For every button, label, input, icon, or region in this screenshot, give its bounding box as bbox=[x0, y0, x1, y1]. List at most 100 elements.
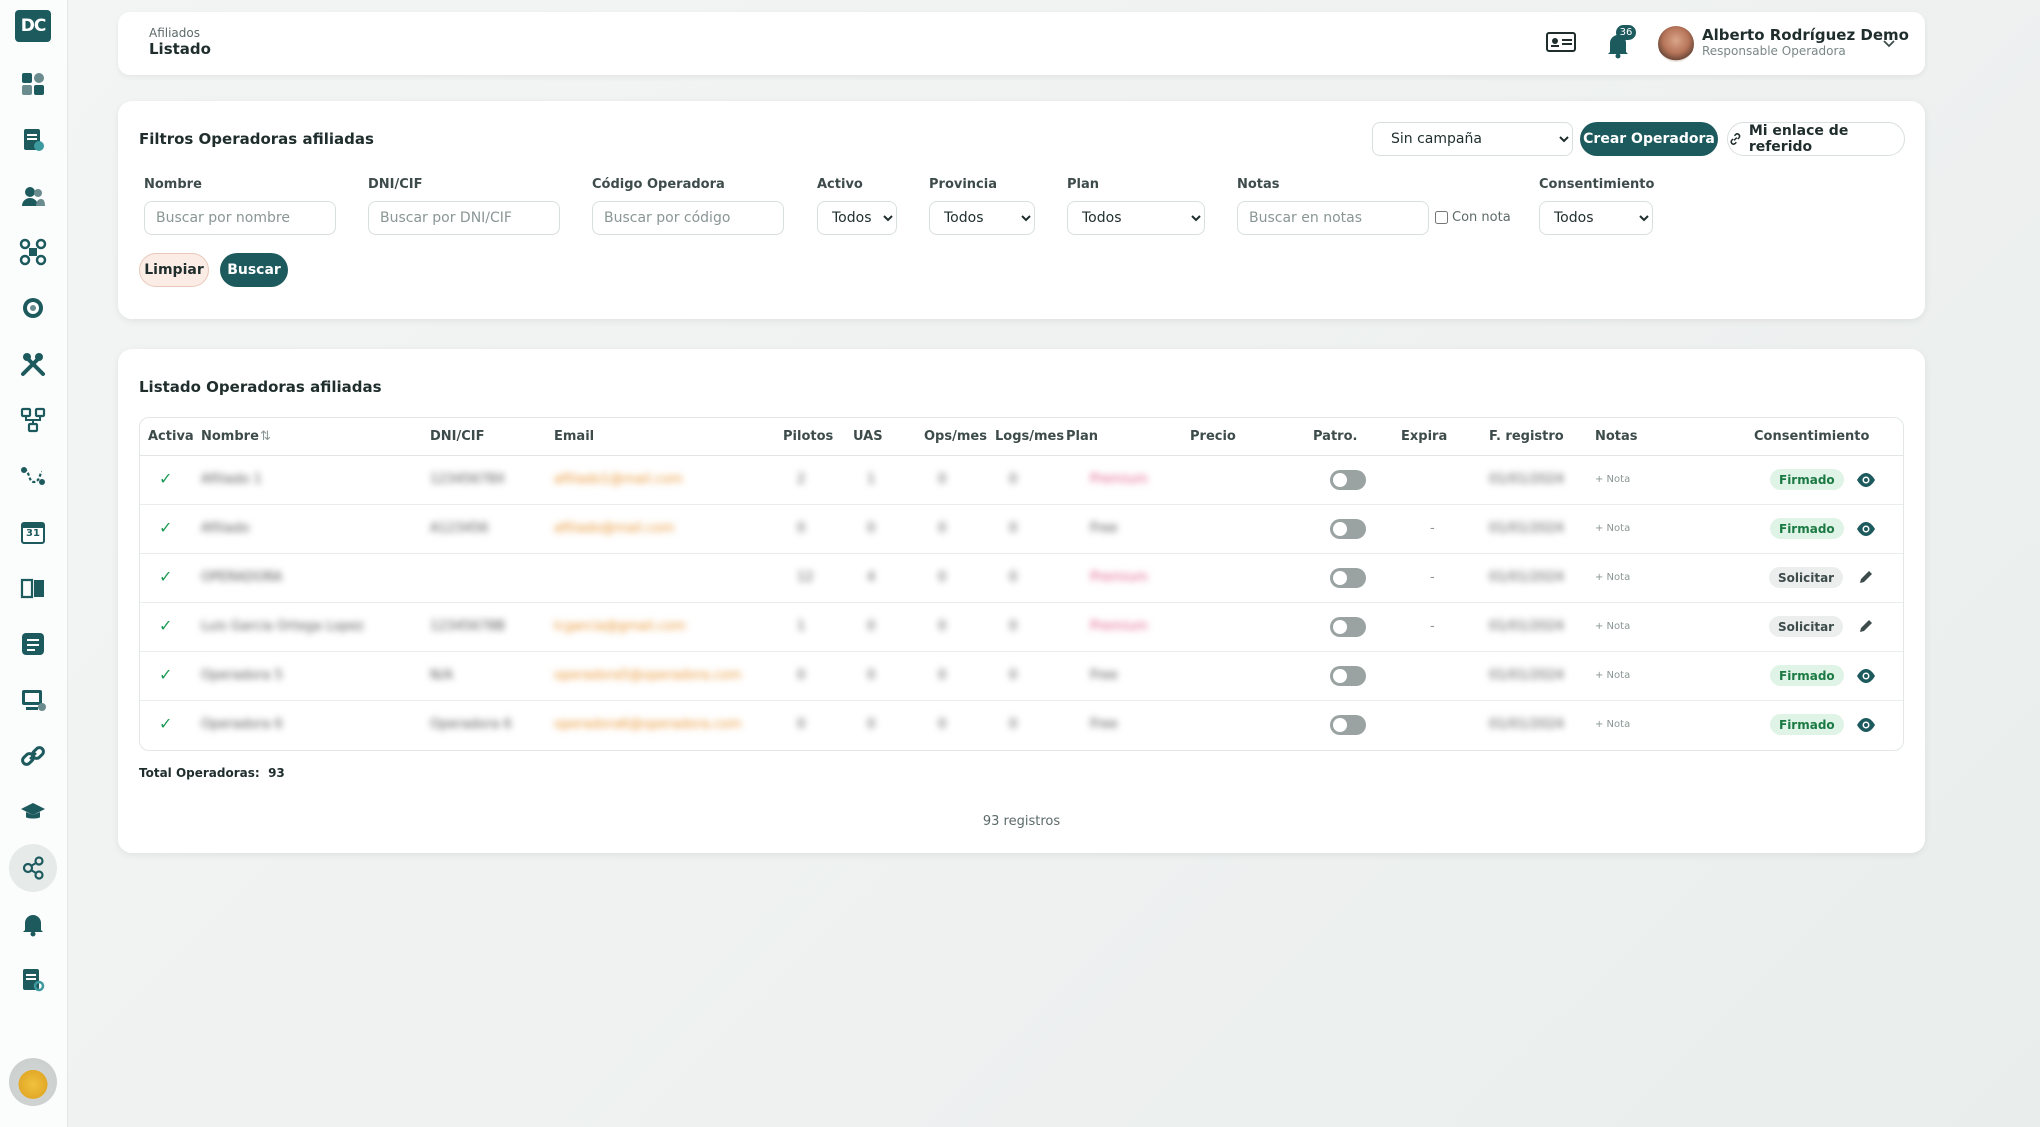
cell-nombre[interactable]: Operadora 5 bbox=[201, 668, 283, 683]
con-nota-checkbox[interactable]: Con nota bbox=[1435, 210, 1511, 225]
dni-label: DNI/CIF bbox=[368, 177, 423, 192]
search-button[interactable]: Buscar bbox=[220, 253, 288, 287]
chevron-down-icon[interactable] bbox=[1880, 34, 1898, 52]
cell-email[interactable]: afiliado1@mail.com bbox=[554, 472, 683, 487]
cell-pilotos: 0 bbox=[797, 668, 806, 683]
app-logo[interactable]: DC bbox=[15, 10, 51, 42]
cell-logs: 0 bbox=[1009, 717, 1018, 732]
col-pilotos: Pilotos bbox=[783, 429, 834, 444]
cell-pilotos: 0 bbox=[797, 521, 806, 536]
cell-ops: 0 bbox=[938, 521, 947, 536]
cell-fregistro: 01/01/2024 bbox=[1489, 521, 1564, 536]
plan-select[interactable]: Todos bbox=[1067, 201, 1205, 235]
patro-toggle[interactable] bbox=[1330, 666, 1366, 686]
create-operator-button[interactable]: Crear Operadora bbox=[1580, 122, 1718, 156]
cell-email[interactable]: afiliado@mail.com bbox=[554, 521, 674, 536]
table-row[interactable]: ✓ Operadora 5 N/A operadora5@operadora.c… bbox=[140, 652, 1903, 701]
consentimiento-select[interactable]: Todos bbox=[1539, 201, 1653, 235]
col-uas: UAS bbox=[853, 429, 883, 444]
cell-nombre[interactable]: Luis Garcia Ortega Lopez bbox=[201, 619, 364, 634]
share-nodes-icon[interactable] bbox=[9, 844, 57, 892]
table-row[interactable]: ✓ Afiliado 1 12345678X afiliado1@mail.co… bbox=[140, 456, 1903, 505]
calendar-day: 31 bbox=[26, 528, 40, 539]
tools-icon[interactable] bbox=[14, 345, 52, 383]
cell-ops: 0 bbox=[938, 717, 947, 732]
records-count: 93 registros bbox=[982, 814, 1061, 829]
calendar-icon[interactable]: 31 bbox=[14, 513, 52, 551]
consent-badge[interactable]: Solicitar bbox=[1769, 616, 1844, 637]
add-note-link[interactable]: + Nota bbox=[1595, 670, 1630, 681]
table-row[interactable]: ✓ Afiliado A123456 afiliado@mail.com 0 0… bbox=[140, 505, 1903, 554]
campaign-select[interactable]: Sin campaña bbox=[1372, 122, 1573, 156]
table-row[interactable]: ✓ Luis Garcia Ortega Lopez 12345678B lcg… bbox=[140, 603, 1903, 652]
nombre-input[interactable] bbox=[144, 201, 336, 235]
table-row[interactable]: ✓ Operadora 6 Operadora 6 operadora6@ope… bbox=[140, 701, 1903, 750]
cell-email[interactable]: lcgarcia@gmail.com bbox=[554, 619, 686, 634]
dashboard-icon[interactable] bbox=[14, 65, 52, 103]
cell-nombre[interactable]: Afiliado 1 bbox=[201, 472, 262, 487]
con-nota-box[interactable] bbox=[1435, 211, 1448, 224]
add-note-link[interactable]: + Nota bbox=[1595, 523, 1630, 534]
consent-badge[interactable]: Firmado bbox=[1770, 665, 1844, 686]
add-note-link[interactable]: + Nota bbox=[1595, 572, 1630, 583]
link-icon[interactable] bbox=[14, 737, 52, 775]
add-note-link[interactable]: + Nota bbox=[1595, 719, 1630, 730]
eye-icon[interactable] bbox=[1855, 470, 1877, 490]
patro-toggle[interactable] bbox=[1330, 568, 1366, 588]
activo-label: Activo bbox=[817, 177, 863, 192]
provincia-select[interactable]: Todos bbox=[929, 201, 1035, 235]
dni-input[interactable] bbox=[368, 201, 560, 235]
monitor-icon[interactable] bbox=[14, 681, 52, 719]
id-card-icon[interactable] bbox=[1546, 30, 1576, 54]
user-avatar[interactable] bbox=[1658, 26, 1694, 62]
users-icon[interactable] bbox=[14, 177, 52, 215]
operators-table: Activa Nombre ⇅ DNI/CIF Email Pilotos UA… bbox=[139, 417, 1904, 751]
add-note-link[interactable]: + Nota bbox=[1595, 621, 1630, 632]
cell-dni: N/A bbox=[430, 668, 453, 683]
cell-nombre[interactable]: Operadora 6 bbox=[201, 717, 283, 732]
organization-avatar[interactable] bbox=[9, 1058, 57, 1106]
activo-select[interactable]: Todos bbox=[817, 201, 897, 235]
user-name[interactable]: Alberto Rodríguez Demo bbox=[1702, 26, 1909, 44]
cell-nombre[interactable]: Afiliado bbox=[201, 521, 249, 536]
sort-icon[interactable]: ⇅ bbox=[260, 429, 271, 444]
bell-icon[interactable] bbox=[14, 905, 52, 943]
referral-link-button[interactable]: Mi enlace de referido bbox=[1727, 122, 1905, 156]
report-search-icon[interactable] bbox=[14, 961, 52, 999]
cell-nombre[interactable]: OPERADORA bbox=[201, 570, 282, 585]
table-row[interactable]: ✓ OPERADORA 12 4 0 0 Premium - 01/01/202… bbox=[140, 554, 1903, 603]
consent-badge[interactable]: Firmado bbox=[1770, 714, 1844, 735]
codigo-input[interactable] bbox=[592, 201, 784, 235]
cell-ops: 0 bbox=[938, 570, 947, 585]
checklist-icon[interactable] bbox=[14, 625, 52, 663]
graduation-cap-icon[interactable] bbox=[14, 793, 52, 831]
eye-icon[interactable] bbox=[1855, 666, 1877, 686]
cell-logs: 0 bbox=[1009, 570, 1018, 585]
document-check-icon[interactable] bbox=[14, 121, 52, 159]
clear-button[interactable]: Limpiar bbox=[139, 253, 209, 287]
drone-icon[interactable] bbox=[14, 233, 52, 271]
eye-icon[interactable] bbox=[1855, 519, 1877, 539]
cell-email[interactable]: operadora6@operadora.com bbox=[554, 717, 741, 732]
col-nombre[interactable]: Nombre bbox=[201, 429, 259, 444]
patro-toggle[interactable] bbox=[1330, 617, 1366, 637]
route-icon[interactable] bbox=[14, 457, 52, 495]
consent-badge[interactable]: Firmado bbox=[1770, 469, 1844, 490]
book-icon[interactable] bbox=[14, 569, 52, 607]
notas-input[interactable] bbox=[1237, 201, 1429, 235]
pencil-icon[interactable] bbox=[1855, 617, 1877, 637]
globe-icon[interactable] bbox=[14, 289, 52, 327]
patro-toggle[interactable] bbox=[1330, 519, 1366, 539]
consent-badge[interactable]: Firmado bbox=[1770, 518, 1844, 539]
patro-toggle[interactable] bbox=[1330, 715, 1366, 735]
add-note-link[interactable]: + Nota bbox=[1595, 474, 1630, 485]
col-plan: Plan bbox=[1066, 429, 1099, 444]
pencil-icon[interactable] bbox=[1855, 568, 1877, 588]
eye-icon[interactable] bbox=[1855, 715, 1877, 735]
cell-email[interactable]: operadora5@operadora.com bbox=[554, 668, 741, 683]
breadcrumb-parent[interactable]: Afiliados bbox=[149, 26, 200, 40]
hierarchy-icon[interactable] bbox=[14, 401, 52, 439]
consent-badge[interactable]: Solicitar bbox=[1769, 567, 1844, 588]
patro-toggle[interactable] bbox=[1330, 470, 1366, 490]
cell-fregistro: 01/01/2024 bbox=[1489, 619, 1564, 634]
